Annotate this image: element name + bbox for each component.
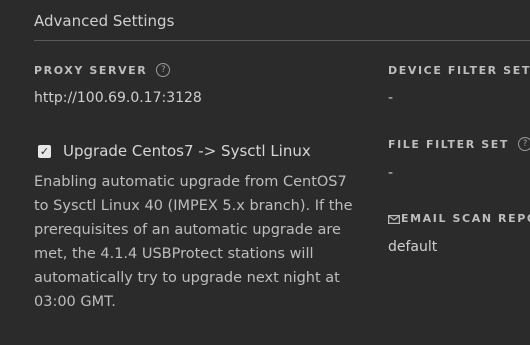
- upgrade-checkbox[interactable]: ✓: [38, 144, 51, 158]
- email-scan-value: default: [388, 239, 438, 255]
- proxy-server-label: PROXY SERVER: [34, 63, 148, 77]
- help-icon[interactable]: ?: [156, 63, 171, 77]
- device-filter-label-row: DEVICE FILTER SET ?: [388, 63, 530, 77]
- section-title: Advanced Settings: [34, 12, 175, 30]
- file-filter-label: FILE FILTER SET: [388, 137, 510, 151]
- proxy-server-value: http://100.69.0.17:3128: [34, 90, 202, 106]
- email-scan-label-row: EMAIL SCAN REPO: [388, 212, 530, 225]
- divider: [34, 40, 530, 41]
- device-filter-value: -: [388, 90, 394, 106]
- advanced-settings-panel: Advanced Settings PROXY SERVER ? http://…: [0, 0, 530, 345]
- file-filter-value: -: [388, 165, 394, 181]
- envelope-icon: [388, 214, 401, 225]
- file-filter-label-row: FILE FILTER SET ?: [388, 137, 530, 151]
- upgrade-checkbox-row[interactable]: ✓ Upgrade Centos7 -> Sysctl Linux: [38, 142, 311, 160]
- email-scan-label: EMAIL SCAN REPO: [401, 212, 530, 225]
- proxy-server-label-row: PROXY SERVER ?: [34, 63, 171, 77]
- upgrade-checkbox-label[interactable]: Upgrade Centos7 -> Sysctl Linux: [63, 142, 311, 160]
- help-icon[interactable]: ?: [518, 137, 530, 151]
- device-filter-label: DEVICE FILTER SET: [388, 63, 530, 77]
- upgrade-description: Enabling automatic upgrade from CentOS7 …: [34, 174, 353, 310]
